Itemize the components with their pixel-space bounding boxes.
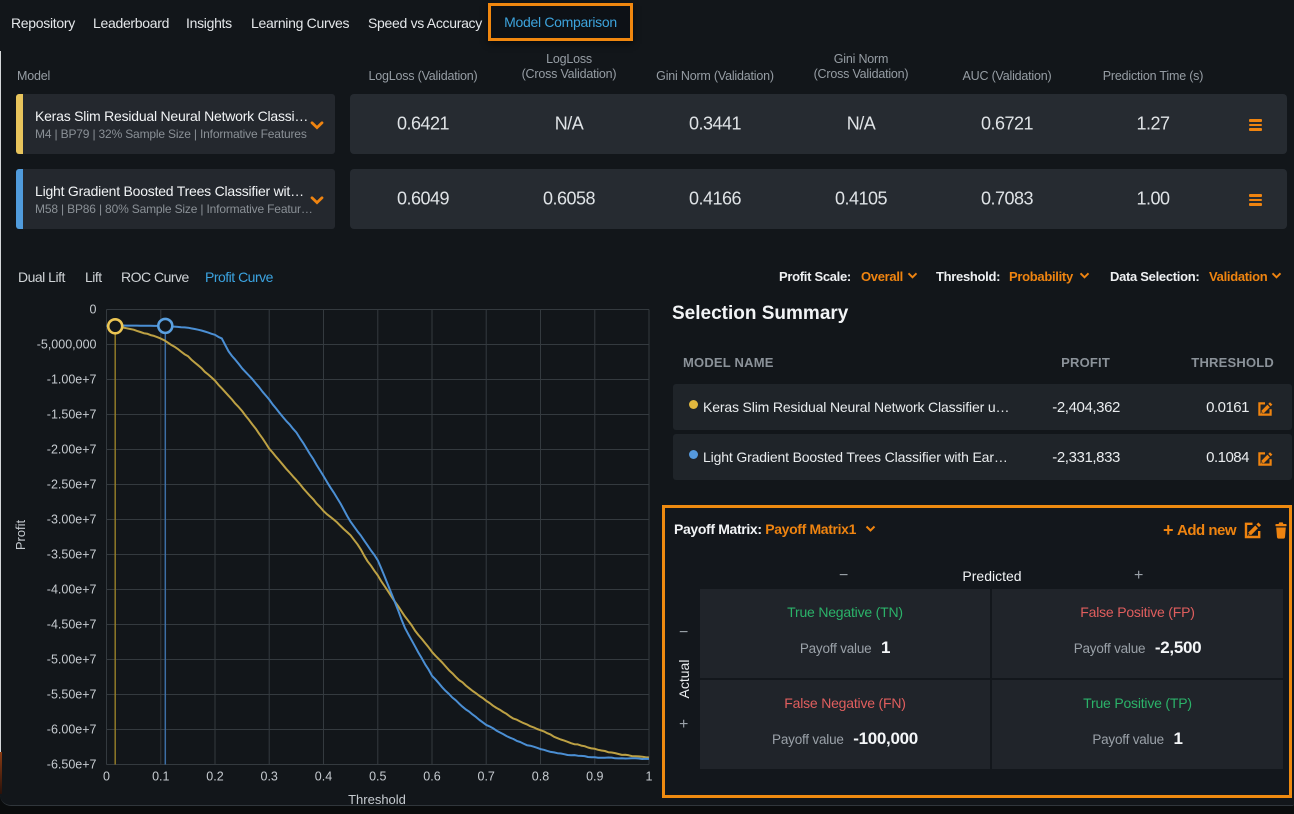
svg-text:0.1: 0.1 — [152, 770, 169, 784]
svg-text:0: 0 — [103, 770, 110, 784]
svg-text:-5.50e+7: -5.50e+7 — [47, 688, 97, 702]
svg-text:Profit: Profit — [13, 519, 28, 550]
svg-text:-2.00e+7: -2.00e+7 — [47, 443, 97, 457]
svg-text:-3.50e+7: -3.50e+7 — [47, 548, 97, 562]
svg-text:0.9: 0.9 — [586, 770, 603, 784]
svg-text:-1.00e+7: -1.00e+7 — [47, 373, 97, 387]
svg-text:0.8: 0.8 — [532, 770, 549, 784]
svg-text:-4.00e+7: -4.00e+7 — [47, 583, 97, 597]
svg-text:0.4: 0.4 — [315, 770, 332, 784]
svg-text:-4.50e+7: -4.50e+7 — [47, 618, 97, 632]
svg-text:0.2: 0.2 — [206, 770, 223, 784]
svg-text:-2.50e+7: -2.50e+7 — [47, 478, 97, 492]
svg-text:Threshold: Threshold — [348, 792, 406, 806]
svg-text:-5.00e+7: -5.00e+7 — [47, 653, 97, 667]
svg-text:-3.00e+7: -3.00e+7 — [47, 513, 97, 527]
svg-text:-6.00e+7: -6.00e+7 — [47, 723, 97, 737]
svg-text:-6.50e+7: -6.50e+7 — [47, 758, 97, 772]
svg-text:0.3: 0.3 — [261, 770, 278, 784]
svg-text:1: 1 — [646, 770, 653, 784]
svg-text:-5,000,000: -5,000,000 — [37, 338, 97, 352]
svg-text:0.6: 0.6 — [423, 770, 440, 784]
svg-text:0.7: 0.7 — [478, 770, 495, 784]
svg-text:0.5: 0.5 — [369, 770, 386, 784]
svg-text:-1.50e+7: -1.50e+7 — [47, 408, 97, 422]
svg-text:0: 0 — [90, 303, 97, 317]
